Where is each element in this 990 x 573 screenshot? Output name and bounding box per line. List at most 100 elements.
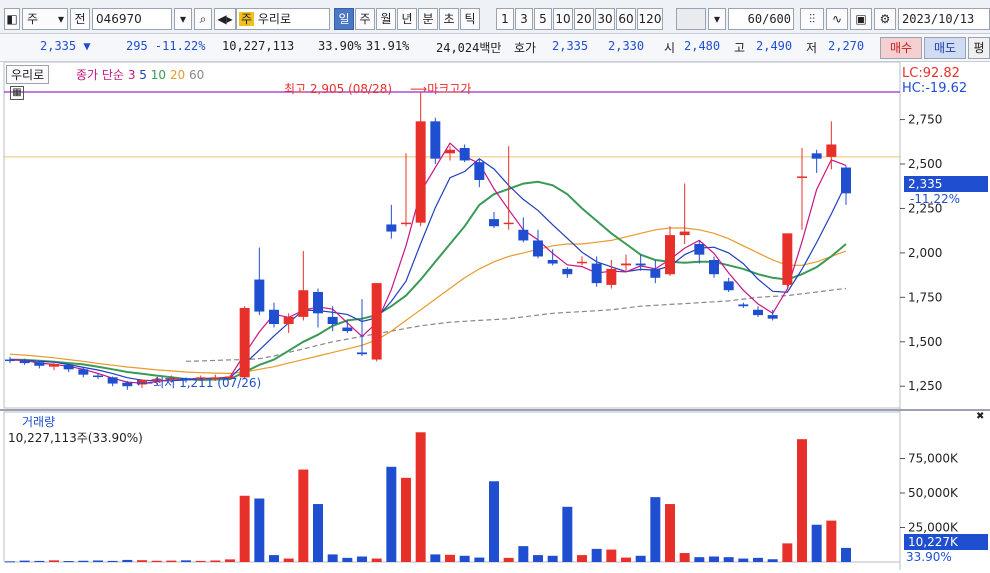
volume-bar <box>841 547 851 562</box>
volume-bar <box>679 553 690 562</box>
volume-bar <box>63 561 74 563</box>
candle-body <box>269 309 279 324</box>
price-change: 295 -11.22% <box>126 39 206 53</box>
period-button[interactable]: 일 <box>334 8 354 30</box>
market-select[interactable]: 주 ▾ <box>22 8 68 30</box>
current-pct-tag: -11.22% <box>910 192 961 206</box>
y-tick-label: 1,250 <box>908 379 942 393</box>
candle-body <box>635 263 646 266</box>
interval-button[interactable]: 60 <box>616 8 636 30</box>
open-label: 시 <box>664 41 676 55</box>
trade-amount: 24,024백만 <box>436 41 502 55</box>
candle-body <box>239 308 250 378</box>
volume-bar <box>239 495 250 562</box>
interval-button[interactable]: 30 <box>595 8 615 30</box>
candle-body <box>107 377 118 384</box>
eval-button[interactable]: 평 <box>968 37 990 59</box>
interval-button[interactable]: 10 <box>553 8 573 30</box>
layout-icon[interactable]: ◧ <box>4 8 20 30</box>
candle-body <box>606 268 617 285</box>
candle-body <box>518 229 529 241</box>
candle-body <box>547 260 558 264</box>
date-field[interactable]: 2023/10/13 <box>898 8 990 30</box>
volume-bar <box>723 557 734 562</box>
volume-bar <box>181 560 191 562</box>
y-tick-label: 2,500 <box>908 157 942 171</box>
volume-bar <box>797 439 807 562</box>
volume-bar <box>738 558 749 562</box>
candle-body <box>694 244 705 255</box>
volume-tick-label: 75,000K <box>908 452 959 466</box>
volume-bar <box>547 555 558 562</box>
candle-body <box>401 222 411 225</box>
volume-bar <box>357 556 367 562</box>
search-icon[interactable]: ⌕ <box>194 8 212 30</box>
bid-price: 2,330 <box>608 39 645 53</box>
market-value: 주 <box>27 12 39 26</box>
interval-button[interactable]: 5 <box>534 8 552 30</box>
interval-button[interactable]: 3 <box>515 8 533 30</box>
candle-body <box>562 268 573 275</box>
high-marker: ⟶마크고가 <box>410 82 472 96</box>
candle-body <box>459 148 470 161</box>
save-icon[interactable]: ▣ <box>850 8 872 30</box>
sell-button[interactable]: 매도 <box>924 37 966 59</box>
candle-body <box>797 176 807 178</box>
y-tick-label: 1,750 <box>908 290 942 304</box>
panel-close-icon[interactable]: ✖ <box>976 411 984 422</box>
volume-bar <box>591 548 602 562</box>
volume-bar <box>269 555 279 562</box>
code-dropdown-icon[interactable]: ▾ <box>174 8 192 30</box>
period-button[interactable]: 주 <box>355 8 375 30</box>
candle-body <box>254 279 265 312</box>
count-field[interactable]: 60/600 <box>728 8 794 30</box>
period-button[interactable]: 분 <box>418 8 438 30</box>
grid-icon[interactable]: ▦ <box>10 86 24 100</box>
low-note-text: 최저 1,211 (07/26) <box>153 376 262 390</box>
ma-title: 종가 단순 <box>76 68 124 82</box>
candle-body <box>474 162 485 180</box>
interval-button[interactable]: 120 <box>637 8 663 30</box>
period-button[interactable]: 월 <box>376 8 396 30</box>
volume-bar <box>518 546 529 562</box>
period-button[interactable]: 초 <box>439 8 459 30</box>
count-dropdown-icon[interactable]: ▾ <box>708 8 726 30</box>
buy-button[interactable]: 매수 <box>880 37 922 59</box>
candle-type-icon[interactable]: ⫶⫶ <box>800 8 824 30</box>
candle-body <box>122 382 133 387</box>
stock-name-box[interactable]: 주 우리로 <box>236 8 330 30</box>
candle-body <box>826 144 837 157</box>
ask-price: 2,335 <box>552 39 589 53</box>
candle-body <box>63 364 74 370</box>
period-button[interactable]: 년 <box>397 8 417 30</box>
blank-select[interactable] <box>676 8 706 30</box>
high-note: 최고 2,905 (08/28) <box>284 82 393 96</box>
sound-icon[interactable]: ◀▸ <box>214 8 236 30</box>
ma20-label: 20 <box>169 68 186 82</box>
volume-bar <box>445 554 455 562</box>
hoga-label: 호가 <box>514 41 537 55</box>
stock-label-box[interactable]: 우리로 <box>6 65 50 84</box>
candle-body <box>489 219 499 227</box>
interval-button[interactable]: 20 <box>574 8 594 30</box>
period-button[interactable]: 틱 <box>460 8 480 30</box>
candle-body <box>679 231 690 236</box>
ma60-label: 60 <box>188 68 205 82</box>
gear-icon[interactable]: ⚙ <box>874 8 896 30</box>
lc-label: LC:92.82 <box>902 66 960 81</box>
interval-button[interactable]: 1 <box>496 8 514 30</box>
current-price: 2,335 ▼ <box>40 39 91 53</box>
y-tick-label: 2,750 <box>908 113 942 127</box>
line-type-icon[interactable]: ∿ <box>826 8 848 30</box>
candle-body <box>386 224 397 232</box>
current-volume-pct: 33.90% <box>906 550 952 564</box>
volume-bar <box>401 477 411 562</box>
chart-svg[interactable]: 2,7502,5002,2502,0001,7501,5001,25075,00… <box>0 61 990 570</box>
prev-button[interactable]: 전 <box>70 8 90 30</box>
low-label: 저 <box>806 41 818 55</box>
volume-bar <box>386 466 397 562</box>
code-input[interactable]: 046970 <box>92 8 172 30</box>
ma5-label: 5 <box>139 68 147 82</box>
candle-body <box>811 153 822 159</box>
candle-body <box>371 283 382 360</box>
